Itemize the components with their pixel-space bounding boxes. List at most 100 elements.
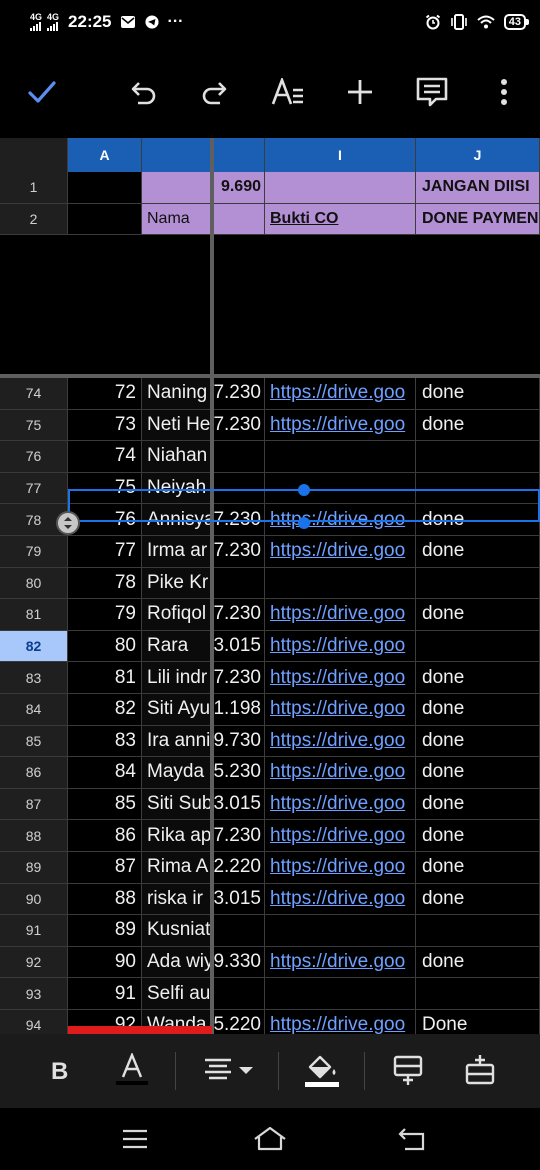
cell-payment-status[interactable]: Done bbox=[416, 1009, 540, 1034]
cell-name[interactable]: Lili indr bbox=[142, 662, 212, 693]
row-number[interactable]: 93 bbox=[0, 978, 68, 1009]
cell-number[interactable]: 85 bbox=[68, 788, 142, 820]
cell-amount[interactable]: 9.730 bbox=[212, 725, 265, 757]
cell-number[interactable]: 87 bbox=[68, 851, 142, 883]
row-number[interactable]: 84 bbox=[0, 693, 68, 725]
cell-name[interactable]: Ira anni bbox=[142, 725, 212, 757]
row-number[interactable]: 92 bbox=[0, 946, 68, 978]
cell-proof-link[interactable]: https://drive.goo bbox=[265, 535, 416, 567]
frozen-row-divider[interactable] bbox=[0, 374, 540, 378]
cell-number[interactable]: 79 bbox=[68, 599, 142, 630]
cell-amount[interactable]: 3.015 bbox=[212, 883, 265, 915]
row-number[interactable]: 82 bbox=[0, 630, 68, 662]
cell-payment-status[interactable]: done bbox=[416, 851, 540, 883]
cell-proof-link[interactable]: https://drive.goo bbox=[265, 946, 416, 978]
table-row[interactable]: 86 84 Mayda 5.230 https://drive.goo done bbox=[0, 757, 540, 789]
table-row[interactable]: 89 87 Rima A 2.220 https://drive.goo done bbox=[0, 851, 540, 884]
cell-amount[interactable]: 7.230 bbox=[212, 820, 265, 851]
cell-payment-status[interactable]: done bbox=[416, 757, 540, 788]
cell-name[interactable]: riska ir bbox=[142, 883, 212, 915]
cell-amount[interactable]: 3.015 bbox=[212, 788, 265, 820]
cell-payment-status[interactable]: done bbox=[416, 535, 540, 567]
cell-proof-link[interactable]: https://drive.goo bbox=[265, 725, 416, 757]
row-number[interactable]: 90 bbox=[0, 883, 68, 915]
cell-name[interactable]: Mayda bbox=[142, 757, 212, 788]
row-number[interactable]: 2 bbox=[0, 203, 68, 235]
cell-number[interactable]: 83 bbox=[68, 725, 142, 757]
cell-payment-status[interactable]: done bbox=[416, 883, 540, 915]
cell-amount[interactable]: 7.230 bbox=[212, 599, 265, 630]
selection-handle-top[interactable] bbox=[298, 484, 310, 496]
cell-proof-link[interactable] bbox=[265, 915, 416, 946]
column-header-h[interactable] bbox=[212, 138, 265, 172]
cell-proof-link[interactable]: https://drive.goo bbox=[265, 788, 416, 820]
cell-amount[interactable]: 5.220 bbox=[212, 1009, 265, 1034]
cell-number[interactable]: 78 bbox=[68, 567, 142, 599]
cell-name[interactable]: Pike Kr bbox=[142, 567, 212, 599]
cell-proof-link[interactable]: https://drive.goo bbox=[265, 693, 416, 725]
column-header-j[interactable]: J bbox=[416, 138, 540, 172]
cell-payment-status[interactable]: done bbox=[416, 946, 540, 978]
cell-amount[interactable]: 7.230 bbox=[212, 409, 265, 441]
row-number[interactable]: 75 bbox=[0, 409, 68, 441]
table-row[interactable]: 87 85 Siti Sub 3.015 https://drive.goo done bbox=[0, 788, 540, 821]
spreadsheet-grid[interactable]: A I J 1 9.690 JANGAN DIISI 2 Nama Bukti CO DON… bbox=[0, 138, 540, 1034]
table-row[interactable]: 2 Nama Bukti CO DONE PAYMEN bbox=[0, 203, 540, 236]
row-number[interactable]: 1 bbox=[0, 172, 68, 203]
cell-payment-status[interactable]: done bbox=[416, 725, 540, 757]
row-number[interactable]: 76 bbox=[0, 441, 68, 472]
cell-proof-link[interactable]: https://drive.goo bbox=[265, 630, 416, 662]
table-row[interactable]: 1 9.690 JANGAN DIISI bbox=[0, 172, 540, 204]
cell-amount[interactable] bbox=[212, 978, 265, 1009]
cell-proof-link[interactable]: https://drive.goo bbox=[265, 662, 416, 693]
cell-amount[interactable]: 9.690 bbox=[212, 172, 265, 203]
table-row[interactable]: 76 74 Niahan bbox=[0, 441, 540, 473]
cell-payment-status[interactable] bbox=[416, 978, 540, 1009]
cell-payment-status[interactable]: done bbox=[416, 599, 540, 630]
cell-proof-link[interactable] bbox=[265, 567, 416, 599]
cell-proof-link[interactable] bbox=[265, 978, 416, 1009]
cell-number[interactable]: 80 bbox=[68, 630, 142, 662]
cell-proof-link[interactable] bbox=[265, 441, 416, 472]
table-row[interactable]: 74 72 Naning 7.230 https://drive.goo done bbox=[0, 378, 540, 410]
cell-payment-status[interactable]: done bbox=[416, 788, 540, 820]
cell-amount[interactable] bbox=[212, 915, 265, 946]
table-row[interactable]: 93 91 Selfi au bbox=[0, 978, 540, 1010]
comment-button[interactable] bbox=[410, 70, 454, 114]
cell-amount[interactable]: 2.220 bbox=[212, 851, 265, 883]
cell-payment-status[interactable]: done bbox=[416, 693, 540, 725]
row-number[interactable]: 87 bbox=[0, 788, 68, 820]
table-row[interactable]: 88 86 Rika ap 7.230 https://drive.goo done bbox=[0, 820, 540, 852]
cell-name[interactable]: Naning bbox=[142, 378, 212, 409]
cell-payment-status[interactable] bbox=[416, 915, 540, 946]
row-number[interactable]: 77 bbox=[0, 472, 68, 504]
table-row[interactable]: 81 79 Rofiqol 7.230 https://drive.goo done bbox=[0, 599, 540, 631]
table-row[interactable]: 80 78 Pike Kr bbox=[0, 567, 540, 600]
row-number[interactable]: 94 bbox=[0, 1009, 68, 1034]
cell-name[interactable]: Rika ap bbox=[142, 820, 212, 851]
insert-button[interactable] bbox=[338, 70, 382, 114]
cell-name[interactable]: Irma ar bbox=[142, 535, 212, 567]
cell-amount[interactable]: 1.198 bbox=[212, 693, 265, 725]
more-options-button[interactable] bbox=[482, 70, 526, 114]
row-number[interactable]: 88 bbox=[0, 820, 68, 851]
table-row[interactable]: 82 80 Rara 3.015 https://drive.goo bbox=[0, 630, 540, 663]
cell-amount[interactable] bbox=[212, 203, 265, 235]
home-button[interactable] bbox=[250, 1122, 290, 1156]
cell-proof-link[interactable]: https://drive.goo bbox=[265, 378, 416, 409]
insert-row-above-button[interactable] bbox=[458, 1048, 502, 1092]
cell-name[interactable]: Kusniat bbox=[142, 915, 212, 946]
cell-name[interactable]: Rima A bbox=[142, 851, 212, 883]
row-number[interactable]: 89 bbox=[0, 851, 68, 883]
cell-number[interactable]: 72 bbox=[68, 378, 142, 409]
cell-number[interactable]: 91 bbox=[68, 978, 142, 1009]
bold-button[interactable]: B bbox=[40, 1048, 80, 1092]
recents-button[interactable] bbox=[115, 1122, 155, 1156]
cell-name[interactable]: Selfi au bbox=[142, 978, 212, 1009]
cell-name[interactable]: Siti Sub bbox=[142, 788, 212, 820]
selection-handle-bottom[interactable] bbox=[298, 517, 310, 529]
cell-number[interactable]: 74 bbox=[68, 441, 142, 472]
table-row[interactable]: 84 82 Siti Ayu 1.198 https://drive.goo done bbox=[0, 693, 540, 726]
cell-number[interactable] bbox=[68, 203, 142, 235]
align-button[interactable] bbox=[200, 1048, 256, 1092]
